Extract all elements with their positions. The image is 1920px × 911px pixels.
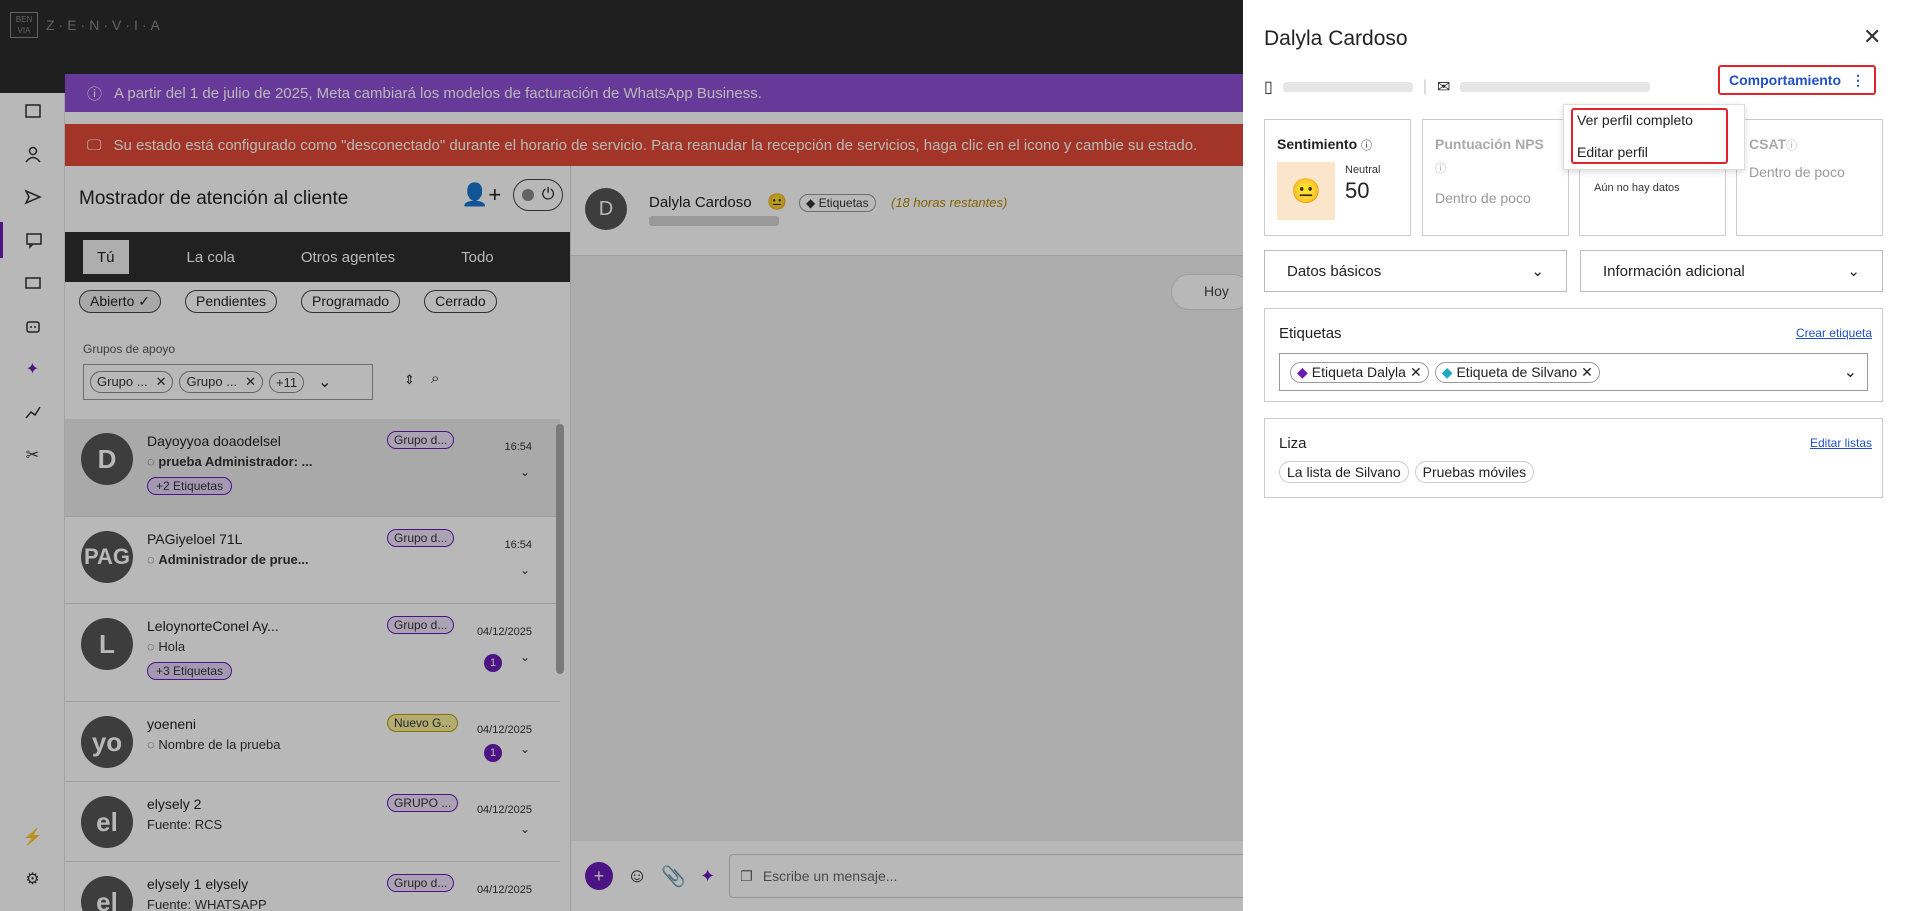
info-icon[interactable]: ⓘ: [1435, 160, 1446, 176]
mail-icon: ✉: [1436, 79, 1451, 96]
info-icon[interactable]: ⓘ: [1361, 140, 1372, 152]
label-chip: ◆ Etiqueta de Silvano ✕: [1434, 361, 1600, 383]
menu-item-view-full-profile[interactable]: Ver perfil completo: [1577, 112, 1693, 128]
sentiment-card: Sentimiento ⓘ 😐 Neutral 50: [1264, 119, 1411, 236]
nps-status: Dentro de poco: [1435, 190, 1531, 206]
behavior-button-label: Comportamiento: [1729, 72, 1841, 88]
lists-section: Liza Editar listas La lista de Silvano P…: [1264, 418, 1883, 498]
behavior-button[interactable]: Comportamiento ⋮: [1718, 65, 1876, 95]
basic-data-label: Datos básicos: [1287, 262, 1382, 280]
tag-icon: ◆: [1441, 363, 1453, 380]
labels-select[interactable]: ◆ Etiqueta Dalyla ✕ ◆ Etiqueta de Silvano ✕ …: [1279, 353, 1868, 391]
profile-name: Dalyla Cardoso: [1264, 27, 1408, 50]
additional-info-dropdown[interactable]: Información adicional ⌄: [1580, 250, 1883, 292]
phone-icon: ▯: [1264, 79, 1273, 96]
list-chip: Pruebas móviles: [1414, 461, 1535, 483]
contact-info: ▯ | ✉: [1264, 77, 1651, 97]
phone-redacted: [1282, 82, 1413, 92]
app-root: BEN VIA Z·E·N·V·I·A ✦ ✂ ⚡ ⚙ ⓘ A partir d…: [0, 0, 1920, 911]
list-chip: La lista de Silvano: [1279, 461, 1409, 483]
edit-lists-link[interactable]: Editar listas: [1810, 436, 1872, 450]
close-icon[interactable]: ✕: [1863, 24, 1881, 50]
sentiment-value: 50: [1345, 178, 1370, 203]
lists-title: Liza: [1279, 435, 1307, 452]
info-icon[interactable]: ⓘ: [1786, 140, 1797, 152]
nps-title: Puntuación NPS: [1435, 136, 1544, 152]
modal-backdrop[interactable]: [0, 0, 1243, 911]
neutral-emoji-icon: 😐: [1277, 162, 1335, 220]
chevron-down-icon: ⌄: [1847, 263, 1860, 280]
chevron-down-icon: ⌄: [1531, 263, 1544, 280]
csat-status: Dentro de poco: [1749, 164, 1845, 180]
contact-profile-panel: Dalyla Cardoso ✕ ▯ | ✉ Comportamiento ⋮ …: [1243, 0, 1920, 911]
csat-title-text: CSAT: [1749, 136, 1787, 152]
label-chip-text: Etiqueta Dalyla: [1311, 364, 1406, 380]
basic-data-dropdown[interactable]: Datos básicos ⌄: [1264, 250, 1567, 292]
sentiment-label: Neutral: [1345, 164, 1381, 176]
close-icon[interactable]: ✕: [1581, 364, 1593, 381]
additional-info-label: Información adicional: [1603, 262, 1745, 280]
label-chip: ◆ Etiqueta Dalyla ✕: [1290, 361, 1429, 383]
chevron-down-icon[interactable]: ⌄: [1844, 362, 1857, 382]
nps-card: Puntuación NPS ⓘ Dentro de poco: [1422, 119, 1569, 236]
third-metric-status: Aún no hay datos: [1594, 182, 1680, 194]
sentiment-title-text: Sentimiento: [1277, 136, 1358, 152]
lists-chips: La lista de Silvano Pruebas móviles: [1279, 461, 1535, 483]
labels-section: Etiquetas Crear etiqueta ◆ Etiqueta Dalyl…: [1264, 308, 1883, 402]
divider: |: [1422, 78, 1427, 95]
close-icon[interactable]: ✕: [1410, 364, 1422, 381]
create-label-link[interactable]: Crear etiqueta: [1796, 326, 1872, 340]
menu-item-edit-profile[interactable]: Editar perfil: [1577, 144, 1648, 160]
csat-title: CSATⓘ: [1749, 136, 1797, 153]
tag-icon: ◆: [1297, 363, 1308, 380]
sentiment-title: Sentimiento ⓘ: [1277, 136, 1372, 153]
labels-title: Etiquetas: [1279, 325, 1342, 342]
csat-card: CSATⓘ Dentro de poco: [1736, 119, 1883, 236]
email-redacted: [1460, 82, 1651, 92]
kebab-menu-icon: ⋮: [1851, 71, 1865, 88]
label-chip-text: Etiqueta de Silvano: [1456, 364, 1578, 380]
